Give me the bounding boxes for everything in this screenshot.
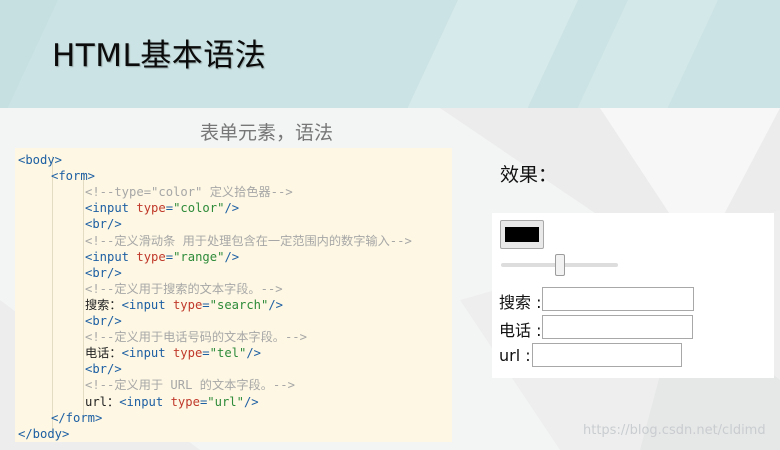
code-token: <br/> — [85, 314, 122, 328]
code-line: <!--定义滑动条 用于处理包含在一定范围内的数字输入--> — [85, 233, 412, 249]
effect-heading: 效果： — [500, 164, 558, 186]
range-slider-thumb[interactable] — [554, 254, 565, 276]
code-line: <input type="range"/> — [85, 249, 239, 265]
code-line: <!--定义用于电话号码的文本字段。--> — [85, 329, 307, 345]
code-token: <!--定义用于搜索的文本字段。--> — [85, 281, 283, 296]
section-subtitle: 表单元素，语法 — [200, 122, 334, 144]
code-token: = — [165, 201, 174, 216]
code-token: = — [165, 249, 174, 264]
code-token: type — [172, 346, 203, 361]
code-token: <input — [85, 201, 137, 216]
code-token: type — [136, 249, 166, 264]
code-token: url： — [85, 394, 120, 409]
code-token: 搜索： — [85, 297, 122, 312]
code-token: <!--定义滑动条 用于处理包含在一定范围内的数字输入--> — [85, 233, 412, 248]
indent-guide — [83, 172, 84, 416]
watermark-text: https://blog.csdn.net/cldimd — [583, 423, 766, 438]
code-line: <br/> — [85, 361, 122, 377]
code-token: "url" — [207, 394, 244, 409]
code-token: <input — [121, 346, 173, 361]
color-picker-button[interactable] — [500, 220, 544, 249]
url-label: url : — [499, 346, 531, 365]
code-line: <body> — [18, 152, 62, 168]
color-swatch — [505, 227, 539, 242]
url-input[interactable] — [532, 343, 682, 367]
code-token: /> — [268, 297, 284, 312]
code-token: /> — [224, 201, 240, 216]
code-token: </body> — [18, 426, 70, 441]
tel-label: 电话 : — [499, 321, 542, 340]
tel-input[interactable] — [542, 315, 693, 339]
code-token: = — [202, 346, 210, 361]
search-label: 搜索 : — [499, 293, 542, 312]
code-token: "search" — [209, 297, 269, 312]
code-token: <br/> — [85, 265, 122, 280]
indent-guide — [52, 156, 53, 434]
code-token: /> — [243, 394, 259, 409]
code-line: </form> — [51, 410, 102, 426]
code-line: 搜索：<input type="search"/> — [85, 297, 283, 313]
code-line: <br/> — [85, 216, 122, 232]
code-token: /> — [224, 249, 240, 264]
search-input[interactable] — [542, 287, 694, 311]
code-line: <input type="color"/> — [85, 200, 239, 216]
code-token: "color" — [173, 201, 225, 216]
code-token: type — [172, 297, 203, 312]
code-line: <br/> — [85, 313, 122, 329]
code-token: <input — [121, 297, 173, 312]
code-token: </form> — [51, 410, 103, 425]
code-token: <input — [85, 249, 137, 264]
code-token: <br/> — [85, 217, 122, 232]
code-token: 电话： — [85, 346, 122, 361]
code-snippet-panel: <body> <form> <!--type="color" 定义拾色器--> <in… — [15, 148, 452, 442]
code-line: <!--定义用于 URL 的文本字段。--> — [85, 377, 295, 393]
slide-title: HTML基本语法 — [52, 38, 267, 74]
code-line: <!--定义用于搜索的文本字段。--> — [85, 281, 283, 297]
code-token: <br/> — [85, 362, 122, 377]
code-line: <form> — [51, 168, 95, 184]
code-line: <!--type="color" 定义拾色器--> — [85, 184, 293, 200]
code-token: type — [170, 394, 200, 409]
code-token: "range" — [173, 249, 225, 264]
form-preview-panel: 搜索 : 电话 : url : — [492, 213, 774, 378]
code-line: 电话：<input type="tel"/> — [85, 345, 261, 361]
code-token: type — [136, 201, 166, 216]
code-token: <!--定义用于 URL 的文本字段。--> — [85, 378, 295, 393]
code-line: <br/> — [85, 265, 122, 281]
code-token: /> — [246, 346, 262, 361]
code-token: <input — [119, 394, 171, 409]
code-line: </body> — [18, 426, 69, 442]
code-line: url：<input type="url"/> — [85, 394, 259, 410]
code-token: <!--定义用于电话号码的文本字段。--> — [85, 330, 307, 345]
code-token: <body> — [18, 153, 63, 167]
code-token: = — [202, 297, 210, 312]
code-token: <form> — [51, 169, 96, 184]
code-token: <!--type="color" 定义拾色器--> — [85, 185, 293, 200]
code-token: "tel" — [209, 346, 247, 361]
